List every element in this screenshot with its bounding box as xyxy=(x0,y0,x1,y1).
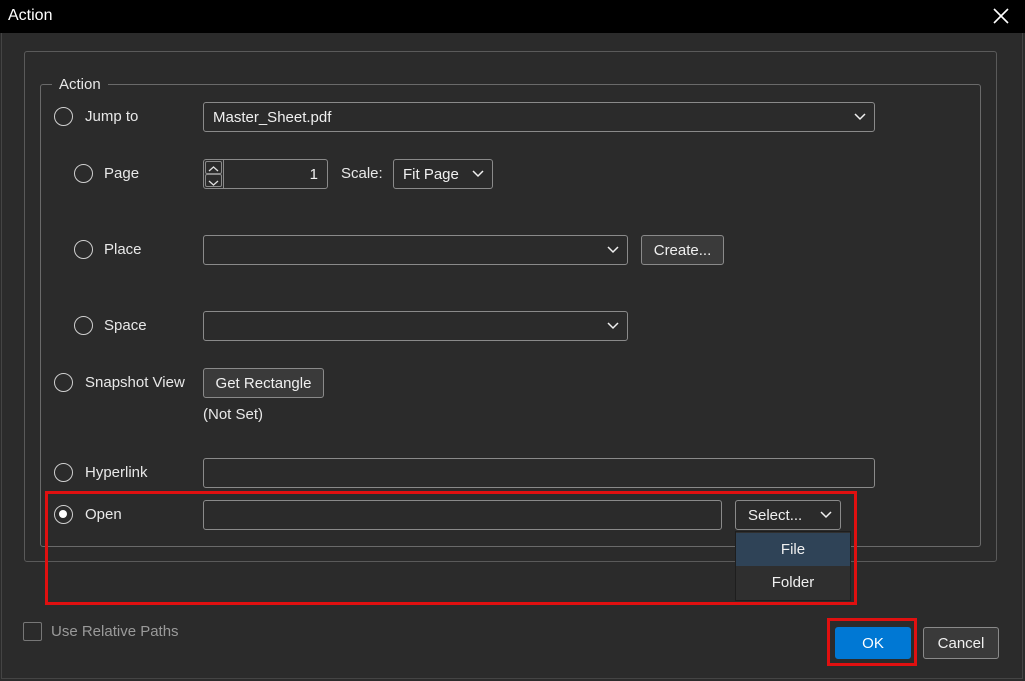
action-group-legend: Action xyxy=(52,76,108,93)
chevron-down-icon xyxy=(607,322,619,330)
create-button[interactable]: Create... xyxy=(641,235,724,265)
title-bar: Action xyxy=(0,0,1025,33)
scale-label: Scale: xyxy=(341,165,383,182)
place-radio[interactable] xyxy=(74,240,93,259)
space-dropdown[interactable] xyxy=(203,311,628,341)
page-number-value: 1 xyxy=(309,166,318,183)
window-title: Action xyxy=(8,7,53,24)
page-radio[interactable] xyxy=(74,164,93,183)
snapshot-view-label: Snapshot View xyxy=(85,374,185,391)
space-label: Space xyxy=(104,317,147,334)
get-rectangle-button[interactable]: Get Rectangle xyxy=(203,368,324,398)
chevron-down-icon xyxy=(472,170,484,178)
place-label: Place xyxy=(104,241,142,258)
stepper-down-button[interactable] xyxy=(205,174,222,187)
place-dropdown[interactable] xyxy=(203,235,628,265)
snapshot-view-radio[interactable] xyxy=(54,373,73,392)
hyperlink-input[interactable] xyxy=(203,458,875,488)
chevron-down-icon xyxy=(854,113,866,121)
page-number-stepper[interactable]: 1 xyxy=(203,159,328,189)
close-icon[interactable] xyxy=(991,6,1011,26)
hyperlink-radio[interactable] xyxy=(54,463,73,482)
chevron-down-icon xyxy=(607,246,619,254)
scale-dropdown[interactable]: Fit Page xyxy=(393,159,493,189)
cancel-button[interactable]: Cancel xyxy=(923,627,999,659)
ok-button[interactable]: OK xyxy=(835,627,911,659)
chevron-down-icon xyxy=(208,180,219,186)
jump-to-file-dropdown[interactable]: Master_Sheet.pdf xyxy=(203,102,875,132)
jump-to-file-value: Master_Sheet.pdf xyxy=(213,109,332,126)
page-label: Page xyxy=(104,165,140,182)
jump-to-label: Jump to xyxy=(85,108,139,125)
use-relative-paths-checkbox[interactable] xyxy=(23,622,42,641)
space-radio[interactable] xyxy=(74,316,93,335)
hyperlink-label: Hyperlink xyxy=(85,464,148,481)
jump-to-radio[interactable] xyxy=(54,107,73,126)
highlight-box-open xyxy=(45,491,857,605)
stepper-up-button[interactable] xyxy=(205,161,222,174)
scale-value: Fit Page xyxy=(403,166,459,183)
snapshot-status: (Not Set) xyxy=(203,406,264,423)
use-relative-paths-label: Use Relative Paths xyxy=(51,623,179,640)
